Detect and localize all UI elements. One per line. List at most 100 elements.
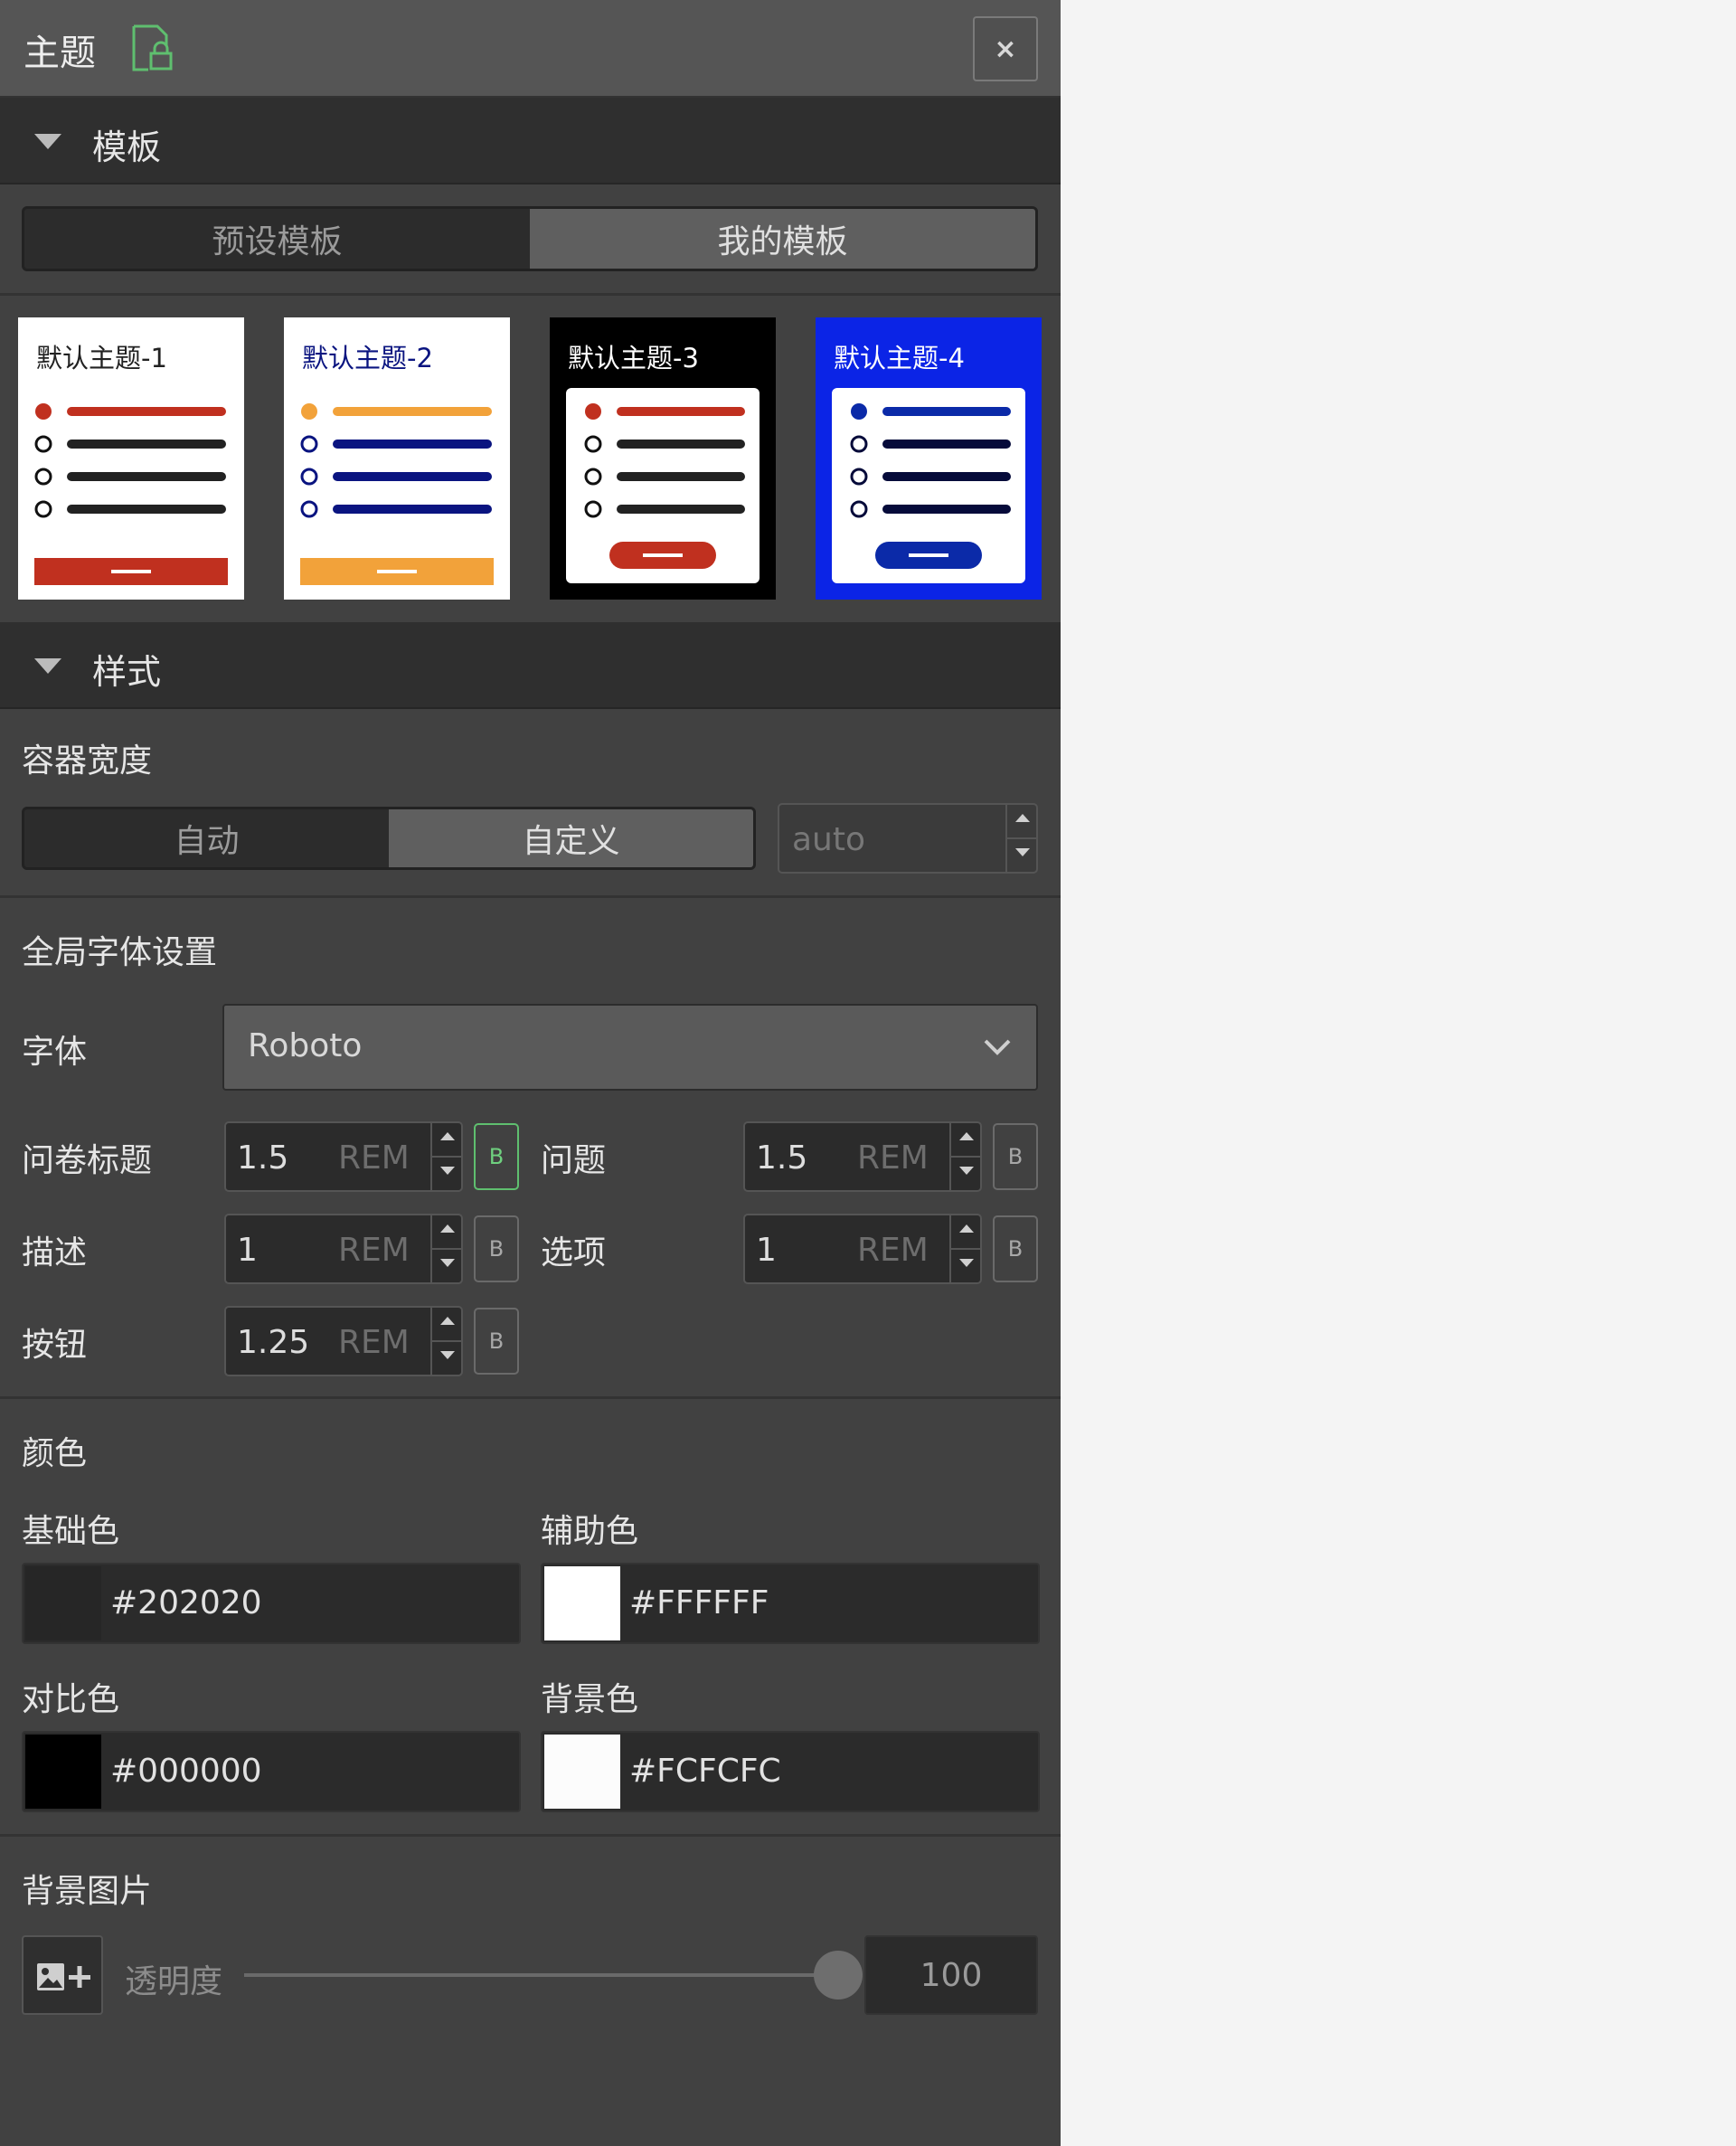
container-width-input[interactable]: auto bbox=[778, 803, 1038, 874]
question-size-label: 问题 bbox=[541, 1142, 607, 1179]
font-family-value: Roboto bbox=[248, 1027, 363, 1064]
unit-label: REM bbox=[857, 1139, 929, 1177]
theme-card[interactable]: 默认主题-2 bbox=[284, 317, 510, 600]
base-color-swatch[interactable] bbox=[25, 1566, 101, 1640]
add-background-image-button[interactable] bbox=[22, 1935, 103, 2015]
option-size-input[interactable]: 1 REM bbox=[743, 1214, 982, 1284]
font-family-select[interactable]: Roboto bbox=[222, 1004, 1038, 1091]
unit-label: REM bbox=[338, 1232, 410, 1269]
question-bold-toggle[interactable]: B bbox=[993, 1123, 1038, 1190]
lock-template-icon[interactable] bbox=[130, 24, 175, 72]
unit-label: REM bbox=[338, 1324, 410, 1361]
option-bold-toggle[interactable]: B bbox=[993, 1215, 1038, 1282]
description-size-label: 描述 bbox=[22, 1234, 88, 1272]
size-stepper bbox=[430, 1123, 461, 1190]
button-size-input[interactable]: 1.25 REM bbox=[224, 1306, 463, 1376]
increment-arrow-icon[interactable] bbox=[432, 1215, 461, 1250]
width-custom-option[interactable]: 自定义 bbox=[389, 809, 753, 867]
theme-card-title: 默认主题-3 bbox=[568, 343, 699, 373]
style-section-header[interactable]: 样式 bbox=[0, 622, 1061, 709]
opacity-slider-track[interactable] bbox=[244, 1973, 819, 1977]
width-auto-option[interactable]: 自动 bbox=[24, 809, 389, 867]
size-stepper bbox=[949, 1215, 980, 1282]
theme-card-title: 默认主题-1 bbox=[36, 343, 167, 373]
secondary-color-label: 辅助色 bbox=[541, 1513, 639, 1550]
container-width-toggle: 自动 自定义 bbox=[22, 807, 756, 870]
description-size-input[interactable]: 1 REM bbox=[224, 1214, 463, 1284]
contrast-color-field[interactable]: #000000 bbox=[22, 1731, 521, 1812]
divider bbox=[0, 293, 1061, 296]
collapse-triangle-icon bbox=[34, 134, 61, 149]
survey-title-size-input[interactable]: 1.5 REM bbox=[224, 1121, 463, 1192]
secondary-color-field[interactable]: #FFFFFF bbox=[541, 1563, 1040, 1644]
secondary-color-swatch[interactable] bbox=[544, 1566, 620, 1640]
decrement-arrow-icon[interactable] bbox=[432, 1342, 461, 1375]
increment-arrow-icon[interactable] bbox=[951, 1215, 980, 1250]
font-family-label: 字体 bbox=[22, 1034, 88, 1071]
theme-card[interactable]: 默认主题-4 bbox=[816, 317, 1042, 600]
background-color-label: 背景色 bbox=[541, 1681, 639, 1718]
decrement-arrow-icon[interactable] bbox=[951, 1250, 980, 1282]
global-font-label: 全局字体设置 bbox=[22, 934, 218, 971]
increment-arrow-icon[interactable] bbox=[432, 1308, 461, 1342]
add-image-icon bbox=[37, 1963, 90, 1990]
theme-card[interactable]: 默认主题-3 bbox=[550, 317, 776, 600]
survey-title-size-label: 问卷标题 bbox=[22, 1142, 153, 1179]
close-button[interactable]: × bbox=[973, 16, 1038, 81]
opacity-slider-thumb[interactable] bbox=[814, 1951, 863, 1999]
base-color-hex: #202020 bbox=[110, 1584, 262, 1621]
survey-title-size-value: 1.5 bbox=[237, 1139, 289, 1177]
collapse-triangle-icon bbox=[34, 658, 61, 674]
size-stepper bbox=[430, 1215, 461, 1282]
opacity-label: 透明度 bbox=[125, 1963, 223, 2000]
decrement-arrow-icon[interactable] bbox=[1007, 839, 1036, 872]
contrast-color-label: 对比色 bbox=[22, 1681, 120, 1718]
opacity-value-input[interactable]: 100 bbox=[864, 1935, 1038, 2015]
style-section-label: 样式 bbox=[92, 652, 162, 692]
increment-arrow-icon[interactable] bbox=[1007, 805, 1036, 839]
button-bold-toggle[interactable]: B bbox=[474, 1308, 519, 1375]
contrast-color-swatch[interactable] bbox=[25, 1735, 101, 1809]
background-color-swatch[interactable] bbox=[544, 1735, 620, 1809]
option-size-label: 选项 bbox=[541, 1234, 607, 1272]
panel-title: 主题 bbox=[24, 33, 96, 74]
description-size-value: 1 bbox=[237, 1232, 258, 1269]
size-stepper bbox=[949, 1123, 980, 1190]
container-width-value: auto bbox=[792, 821, 866, 858]
contrast-color-hex: #000000 bbox=[110, 1753, 262, 1790]
theme-card-title: 默认主题-4 bbox=[834, 343, 965, 373]
theme-card[interactable]: 默认主题-1 bbox=[18, 317, 244, 600]
divider bbox=[0, 1834, 1061, 1837]
decrement-arrow-icon[interactable] bbox=[432, 1250, 461, 1282]
unit-label: REM bbox=[857, 1232, 929, 1269]
button-size-label: 按钮 bbox=[22, 1327, 88, 1364]
theme-panel: 主题 × 模板 预设模板 我的模板 样式 容器宽度 自动 自定义 auto 全局… bbox=[0, 0, 1061, 2146]
question-size-input[interactable]: 1.5 REM bbox=[743, 1121, 982, 1192]
container-width-label: 容器宽度 bbox=[22, 742, 153, 780]
chevron-down-icon bbox=[984, 1039, 1011, 1055]
divider bbox=[0, 1396, 1061, 1399]
increment-arrow-icon[interactable] bbox=[432, 1123, 461, 1158]
background-image-label: 背景图片 bbox=[22, 1873, 153, 1910]
decrement-arrow-icon[interactable] bbox=[951, 1158, 980, 1190]
base-color-label: 基础色 bbox=[22, 1513, 120, 1550]
background-color-field[interactable]: #FCFCFC bbox=[541, 1731, 1040, 1812]
base-color-field[interactable]: #202020 bbox=[22, 1563, 521, 1644]
option-size-value: 1 bbox=[756, 1232, 777, 1269]
divider bbox=[0, 895, 1061, 898]
decrement-arrow-icon[interactable] bbox=[432, 1158, 461, 1190]
panel-header: 主题 × bbox=[0, 0, 1061, 98]
survey-title-bold-toggle[interactable]: B bbox=[474, 1123, 519, 1190]
opacity-value: 100 bbox=[920, 1957, 983, 1994]
template-section-header[interactable]: 模板 bbox=[0, 98, 1061, 184]
secondary-color-hex: #FFFFFF bbox=[629, 1584, 769, 1621]
template-section-label: 模板 bbox=[92, 128, 162, 167]
size-stepper bbox=[430, 1308, 461, 1375]
background-color-hex: #FCFCFC bbox=[629, 1753, 781, 1790]
tab-my-templates[interactable]: 我的模板 bbox=[530, 209, 1035, 269]
increment-arrow-icon[interactable] bbox=[951, 1123, 980, 1158]
tab-preset-templates[interactable]: 预设模板 bbox=[24, 209, 530, 269]
template-tabs: 预设模板 我的模板 bbox=[22, 206, 1038, 271]
question-size-value: 1.5 bbox=[756, 1139, 808, 1177]
description-bold-toggle[interactable]: B bbox=[474, 1215, 519, 1282]
